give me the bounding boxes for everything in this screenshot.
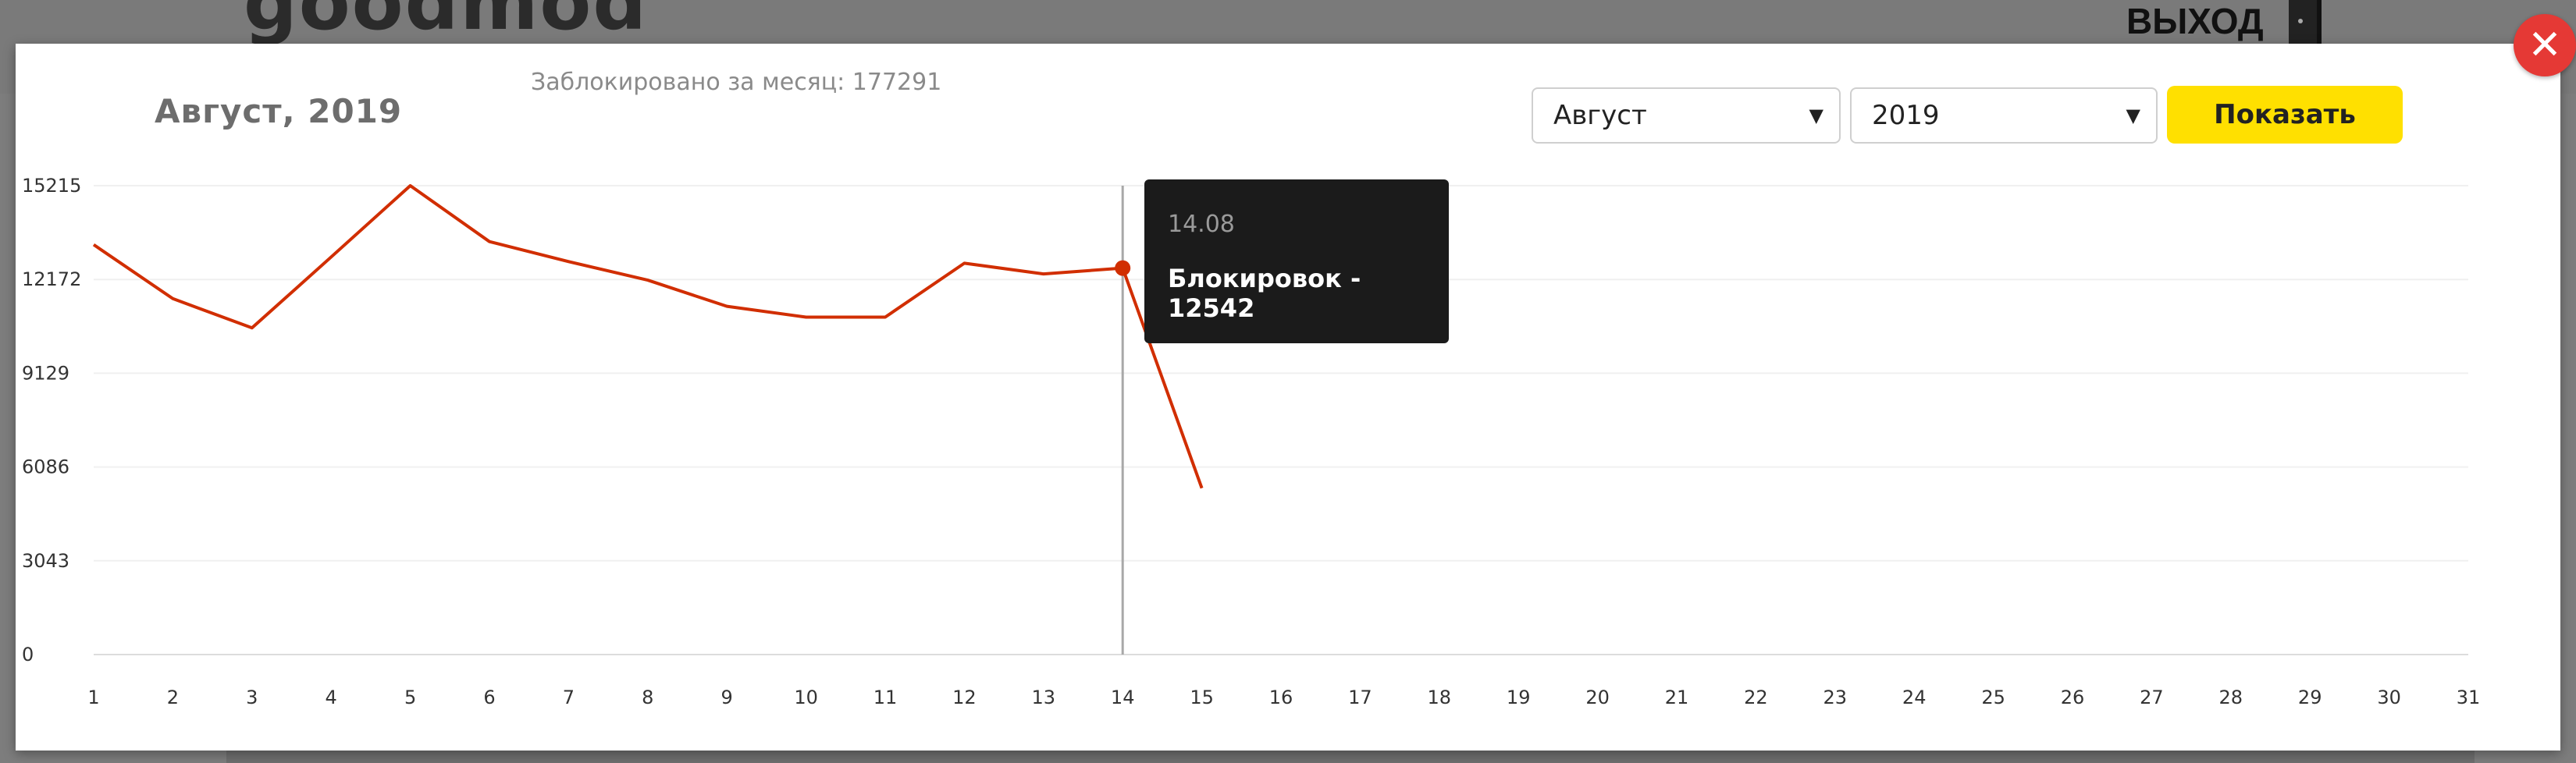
highlighted-point [1115, 260, 1131, 276]
x-tick-label: 7 [563, 687, 575, 708]
x-tick-label: 12 [952, 687, 977, 708]
x-tick-label: 28 [2219, 687, 2243, 708]
blocks-line-chart: 030436086912912172152151 2 3 4 5 6 7 8 9 10 11 12 13… [22, 175, 2481, 708]
x-tick-label: 24 [1902, 687, 1927, 708]
x-tick-label: 9 [721, 687, 733, 708]
x-tick-label: 17 [1348, 687, 1372, 708]
x-tick-label: 6 [483, 687, 495, 708]
x-tick-label: 23 [1823, 687, 1848, 708]
x-tick-label: 20 [1585, 687, 1610, 708]
x-tick-label: 13 [1032, 687, 1056, 708]
x-tick-label: 29 [2298, 687, 2322, 708]
y-tick-label: 12172 [22, 268, 81, 290]
close-icon[interactable]: ✕ [2514, 14, 2576, 76]
y-tick-label: 0 [22, 644, 34, 665]
y-tick-label: 3043 [22, 550, 69, 572]
x-tick-label: 21 [1665, 687, 1689, 708]
logo: goodmod [244, 0, 649, 47]
tooltip-date: 14.08 [1168, 211, 1235, 238]
x-tick-label: 8 [642, 687, 653, 708]
x-tick-label: 27 [2140, 687, 2164, 708]
x-tick-label: 5 [404, 687, 416, 708]
x-tick-label: 22 [1744, 687, 1768, 708]
x-tick-label: 31 [2457, 687, 2481, 708]
y-tick-label: 9129 [22, 362, 69, 384]
x-tick-label: 11 [873, 687, 898, 708]
x-tick-label: 14 [1111, 687, 1135, 708]
x-tick-label: 26 [2061, 687, 2085, 708]
x-tick-label: 2 [167, 687, 179, 708]
x-tick-label: 15 [1190, 687, 1214, 708]
x-tick-label: 10 [794, 687, 818, 708]
x-tick-label: 30 [2377, 687, 2401, 708]
x-tick-label: 4 [326, 687, 337, 708]
x-tick-label: 25 [1981, 687, 2005, 708]
y-tick-label: 15215 [22, 175, 81, 197]
tooltip-value: Блокировок - 12542 [1168, 264, 1361, 323]
stats-modal: Август, 2019 Заблокировано за месяц: 177… [16, 44, 2560, 751]
series-line [92, 184, 1204, 489]
logout-button[interactable]: ВЫХОД [2126, 0, 2264, 42]
x-tick-label: 19 [1507, 687, 1531, 708]
chart-tooltip: 14.08 Блокировок - 12542 [1144, 179, 1449, 343]
x-tick-label: 3 [246, 687, 258, 708]
y-tick-label: 6086 [22, 456, 69, 478]
x-tick-label: 1 [87, 687, 99, 708]
logout-door-icon[interactable] [2289, 0, 2322, 44]
x-tick-label: 16 [1269, 687, 1293, 708]
x-tick-label: 18 [1428, 687, 1452, 708]
